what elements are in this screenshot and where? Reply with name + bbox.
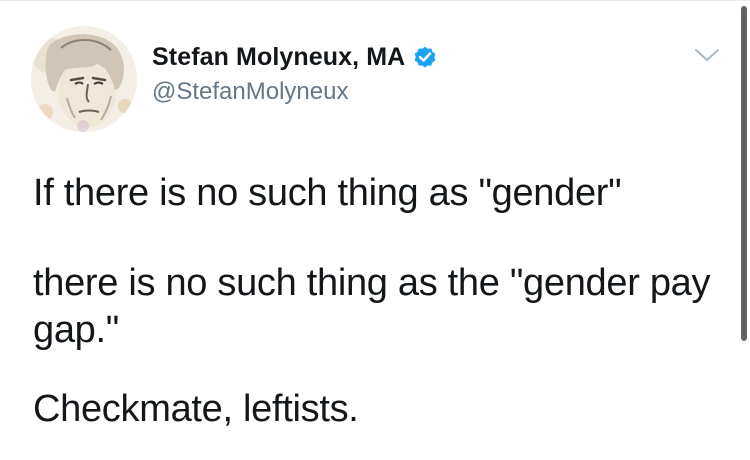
portrait-icon xyxy=(31,26,137,132)
tweet-header: Stefan Molyneux, MA @StefanMolyneux xyxy=(152,40,438,106)
display-name[interactable]: Stefan Molyneux, MA xyxy=(152,43,405,72)
name-row: Stefan Molyneux, MA xyxy=(152,40,438,74)
user-handle[interactable]: @StefanMolyneux xyxy=(152,78,438,106)
tweet-card: Stefan Molyneux, MA @StefanMolyneux If t… xyxy=(0,0,750,460)
tweet-paragraph-2: there is no such thing as the "gender pa… xyxy=(33,262,711,351)
verified-badge-icon xyxy=(412,44,438,70)
tweet-paragraph-3: Checkmate, leftists. xyxy=(33,388,359,430)
avatar[interactable] xyxy=(31,26,137,132)
tweet-paragraph-1: If there is no such thing as "gender" xyxy=(33,172,622,214)
chevron-down-icon[interactable] xyxy=(694,47,720,63)
top-divider xyxy=(0,0,750,1)
scrollbar[interactable] xyxy=(741,6,747,341)
